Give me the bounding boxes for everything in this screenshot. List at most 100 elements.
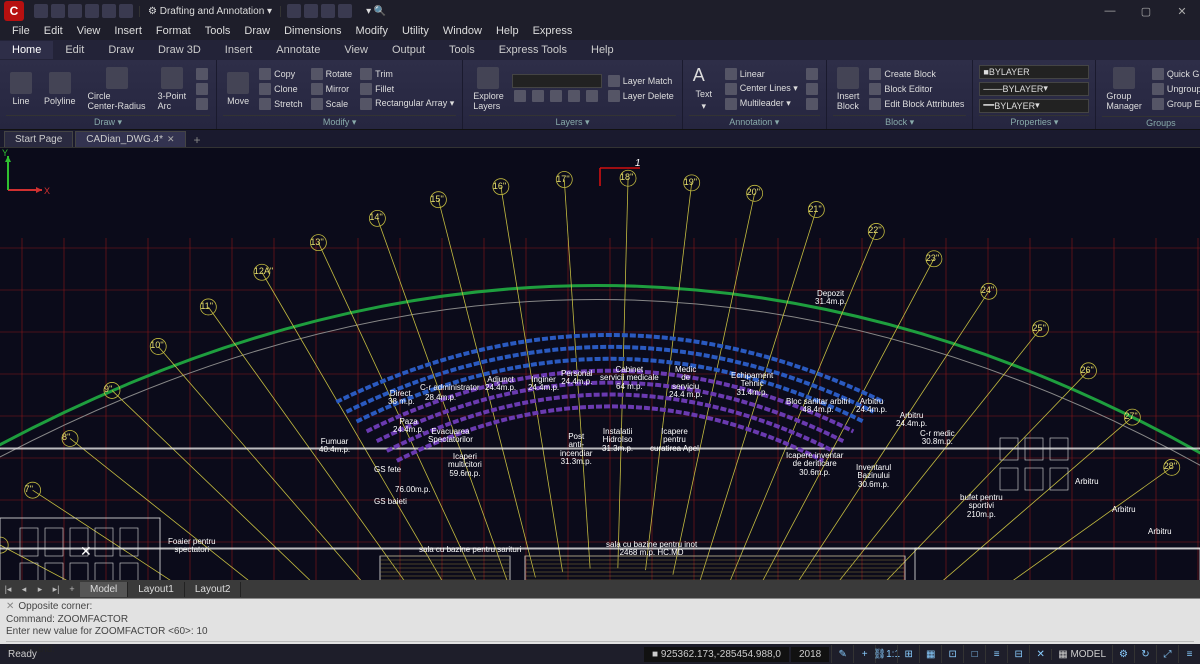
tab-close-icon[interactable]: ✕ (167, 134, 175, 145)
layer-match-button[interactable]: Layer Match (606, 74, 676, 88)
menu-draw[interactable]: Draw (238, 24, 276, 38)
tab-home[interactable]: Home (0, 41, 53, 59)
cmd-close-icon[interactable]: ✕ (6, 601, 14, 612)
ungroup-button[interactable]: Ungroup (1150, 82, 1200, 96)
tab-express[interactable]: Express Tools (487, 41, 579, 59)
menu-express[interactable]: Express (527, 24, 579, 38)
anno-btn-1[interactable] (804, 67, 820, 81)
fillet-button[interactable]: Fillet (358, 82, 456, 96)
menu-edit[interactable]: Edit (38, 24, 69, 38)
scale-button[interactable]: Scale (309, 97, 355, 111)
qat-new-icon[interactable] (34, 4, 48, 18)
arc-button[interactable]: 3-Point Arc (154, 65, 191, 113)
edit-block-attr-button[interactable]: Edit Block Attributes (867, 97, 966, 111)
linetype-combo[interactable]: ─── BYLAYER ▾ (979, 82, 1089, 96)
menu-file[interactable]: File (6, 24, 36, 38)
status-menu-icon[interactable]: ≡ (1178, 645, 1200, 663)
status-expand-icon[interactable]: ⤢ (1156, 645, 1178, 663)
panel-properties-title[interactable]: Properties ▾ (979, 115, 1089, 129)
tab-output[interactable]: Output (380, 41, 437, 59)
layout-tab-2[interactable]: Layout2 (185, 582, 242, 597)
status-ortho-icon[interactable]: + (853, 645, 875, 663)
panel-block-title[interactable]: Block ▾ (833, 115, 967, 129)
status-gear-icon[interactable]: ⚙ (1112, 645, 1134, 663)
tab-annotate[interactable]: Annotate (264, 41, 332, 59)
menu-view[interactable]: View (71, 24, 107, 38)
qat-print-icon[interactable] (85, 4, 99, 18)
close-button[interactable]: ✕ (1164, 0, 1200, 22)
qat-misc2-icon[interactable] (304, 4, 318, 18)
layout-tab-model[interactable]: Model (80, 582, 128, 597)
drawing-canvas[interactable]: 1 Depozit31.4m.p.Cabinetservicii medical… (0, 148, 1200, 580)
status-osnap-icon[interactable]: □ (963, 645, 985, 663)
anno-btn-3[interactable] (804, 97, 820, 111)
centerlines-button[interactable]: Center Lines ▾ (723, 82, 800, 96)
line-button[interactable]: Line (6, 70, 36, 108)
anno-btn-2[interactable] (804, 82, 820, 96)
layout-tab-1[interactable]: Layout1 (128, 582, 185, 597)
status-tile-icon[interactable]: ⊟ (1007, 645, 1029, 663)
menu-utility[interactable]: Utility (396, 24, 435, 38)
status-model[interactable]: ▦ MODEL (1051, 649, 1112, 660)
panel-draw-title[interactable]: Draw ▾ (6, 115, 210, 129)
clone-button[interactable]: Clone (257, 82, 305, 96)
status-lwt-icon[interactable]: ≡ (985, 645, 1007, 663)
menu-help[interactable]: Help (490, 24, 525, 38)
tab-view[interactable]: View (332, 41, 380, 59)
status-snap-icon[interactable]: ⊞ (897, 645, 919, 663)
status-pen-icon[interactable]: ✎ (831, 645, 853, 663)
qat-open-icon[interactable] (51, 4, 65, 18)
status-x-icon[interactable]: ✕ (1029, 645, 1051, 663)
menu-format[interactable]: Format (150, 24, 197, 38)
polyline-button[interactable]: Polyline (40, 70, 80, 108)
menu-tools[interactable]: Tools (199, 24, 237, 38)
qat-undo-icon[interactable] (102, 4, 116, 18)
status-grid2-icon[interactable]: ⊡ (941, 645, 963, 663)
layer-btn-1[interactable] (512, 89, 528, 103)
move-button[interactable]: Move (223, 70, 253, 108)
layout-nav-last[interactable]: ▸| (48, 584, 64, 595)
panel-modify-title[interactable]: Modify ▾ (223, 115, 456, 129)
layout-nav-prev[interactable]: ◂ (16, 584, 32, 595)
layer-btn-4[interactable] (566, 89, 582, 103)
maximize-button[interactable]: ▢ (1128, 0, 1164, 22)
status-scale[interactable]: ⛓ 1:1 (875, 645, 897, 663)
status-grid-icon[interactable]: ▦ (919, 645, 941, 663)
tab-document[interactable]: CADian_DWG.4*✕ (75, 131, 185, 147)
status-refresh-icon[interactable]: ↻ (1134, 645, 1156, 663)
panel-layers-title[interactable]: Layers ▾ (469, 115, 676, 129)
quick-group-button[interactable]: Quick Group (1150, 67, 1200, 81)
qat-save-icon[interactable] (68, 4, 82, 18)
draw-misc2[interactable] (194, 82, 210, 96)
layout-nav-first[interactable]: |◂ (0, 584, 16, 595)
tab-start-page[interactable]: Start Page (4, 131, 73, 147)
explore-layers-button[interactable]: Explore Layers (469, 65, 508, 113)
command-line[interactable]: ✕ Opposite corner: Command: ZOOMFACTOR E… (0, 598, 1200, 644)
multileader-button[interactable]: Multileader ▾ (723, 97, 800, 111)
group-manager-button[interactable]: Group Manager (1102, 65, 1146, 113)
layout-add[interactable]: + (64, 584, 80, 594)
tab-add-button[interactable]: + (188, 133, 207, 147)
menu-dimensions[interactable]: Dimensions (278, 24, 347, 38)
layer-combo[interactable]: ■ BYLAYER (979, 65, 1089, 79)
qat-redo-icon[interactable] (119, 4, 133, 18)
panel-annotation-title[interactable]: Annotation ▾ (689, 115, 820, 129)
tab-tools[interactable]: Tools (437, 41, 487, 59)
linear-dim-button[interactable]: Linear (723, 67, 800, 81)
tab-edit[interactable]: Edit (53, 41, 96, 59)
menu-window[interactable]: Window (437, 24, 488, 38)
create-block-button[interactable]: Create Block (867, 67, 966, 81)
workspace-selector[interactable]: ⚙ Drafting and Annotation ▾ (139, 6, 281, 17)
layer-btn-5[interactable] (584, 89, 600, 103)
text-button[interactable]: AText▾ (689, 63, 719, 114)
qat-misc3-icon[interactable] (321, 4, 335, 18)
block-editor-button[interactable]: Block Editor (867, 82, 966, 96)
draw-misc1[interactable] (194, 67, 210, 81)
layer-btn-2[interactable] (530, 89, 546, 103)
trim-button[interactable]: Trim (358, 67, 456, 81)
qat-misc1-icon[interactable] (287, 4, 301, 18)
minimize-button[interactable]: ― (1092, 0, 1128, 22)
rotate-button[interactable]: Rotate (309, 67, 355, 81)
layer-delete-button[interactable]: Layer Delete (606, 89, 676, 103)
circle-button[interactable]: Circle Center-Radius (84, 65, 150, 113)
